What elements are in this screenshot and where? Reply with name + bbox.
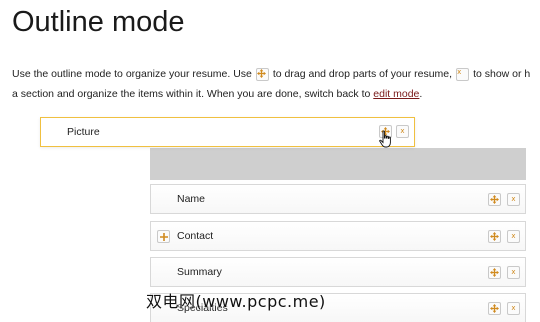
- intro-line-1: Use the outline mode to organize your re…: [12, 64, 540, 84]
- section-label: Name: [177, 193, 206, 205]
- page-title: Outline mode: [12, 6, 185, 38]
- close-icon[interactable]: x: [507, 266, 520, 279]
- dragged-section-picture[interactable]: Picture x: [40, 117, 415, 147]
- move-icon[interactable]: [488, 193, 501, 206]
- section-row-name[interactable]: Name x: [150, 184, 526, 214]
- close-icon: x: [456, 67, 470, 81]
- close-icon[interactable]: x: [507, 230, 520, 243]
- move-icon: [255, 67, 269, 81]
- edit-mode-link[interactable]: edit mode: [373, 88, 419, 100]
- close-icon[interactable]: x: [507, 193, 520, 206]
- move-icon[interactable]: [379, 125, 392, 138]
- drop-placeholder: [150, 148, 526, 180]
- section-actions: x: [488, 193, 520, 206]
- close-icon[interactable]: x: [507, 302, 520, 315]
- move-icon[interactable]: [488, 230, 501, 243]
- intro-line-2: a section and organize the items within …: [12, 84, 540, 104]
- intro-text-2: to drag and drop parts of your resume,: [272, 68, 453, 80]
- section-label: Summary: [177, 266, 222, 278]
- watermark: 双电网(www.pcpc.me): [146, 292, 326, 311]
- section-actions: x: [488, 230, 520, 243]
- section-actions: x: [488, 266, 520, 279]
- intro-text-4: a section and organize the items within …: [12, 88, 371, 100]
- section-actions: x: [379, 125, 409, 138]
- plus-icon[interactable]: [157, 230, 170, 243]
- section-row-contact[interactable]: Contact x: [150, 221, 526, 251]
- close-icon[interactable]: x: [396, 125, 409, 138]
- section-label: Contact: [177, 230, 214, 242]
- intro-paragraph: Use the outline mode to organize your re…: [12, 64, 540, 104]
- intro-text-3: to show or h: [473, 68, 531, 80]
- section-actions: x: [488, 302, 520, 315]
- intro-text-1: Use the outline mode to organize your re…: [12, 68, 252, 80]
- intro-text-end: .: [419, 88, 423, 100]
- move-icon[interactable]: [488, 302, 501, 315]
- move-icon[interactable]: [488, 266, 501, 279]
- section-label: Picture: [67, 126, 100, 138]
- section-row-summary[interactable]: Summary x: [150, 257, 526, 287]
